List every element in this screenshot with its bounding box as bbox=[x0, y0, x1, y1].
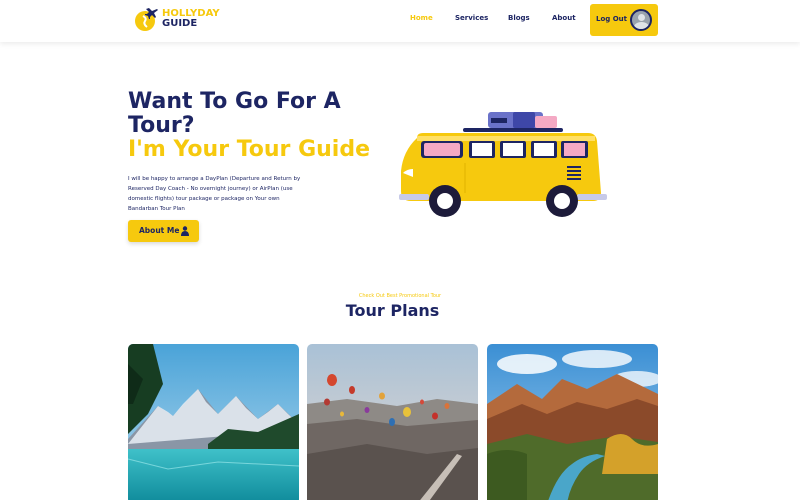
tour-card-hot-air-balloons[interactable] bbox=[307, 344, 478, 500]
tour-card-canyon-river[interactable] bbox=[487, 344, 658, 500]
logo-icon bbox=[135, 8, 158, 31]
page: HOLLYDAY GUIDE Home Services Blogs About… bbox=[0, 0, 800, 500]
logout-label: Log Out bbox=[596, 15, 627, 23]
hot-air-balloons-photo bbox=[307, 344, 478, 500]
hero-description: I will be happy to arrange a DayPlan (De… bbox=[128, 176, 301, 212]
about-me-button[interactable]: About Me bbox=[128, 220, 199, 242]
user-icon bbox=[181, 226, 189, 236]
mountain-lake-photo bbox=[128, 344, 299, 500]
canyon-river-photo bbox=[487, 344, 658, 500]
nav-item-services[interactable]: Services bbox=[455, 14, 488, 22]
nav-item-blogs[interactable]: Blogs bbox=[508, 14, 530, 22]
brand-logo[interactable]: HOLLYDAY GUIDE bbox=[132, 4, 232, 34]
nav-item-home[interactable]: Home bbox=[410, 14, 433, 22]
site-header: HOLLYDAY GUIDE Home Services Blogs About… bbox=[0, 0, 800, 42]
about-me-label: About Me bbox=[139, 226, 180, 235]
section-title: Tour Plans bbox=[345, 301, 440, 320]
avatar[interactable] bbox=[630, 9, 652, 31]
brand-line2: GUIDE bbox=[162, 18, 198, 29]
nav-item-about[interactable]: About bbox=[552, 14, 576, 22]
logout-button[interactable]: Log Out bbox=[590, 4, 658, 36]
bus-illustration bbox=[399, 112, 607, 217]
hero-title-line2: I'm Your Tour Guide bbox=[128, 137, 370, 162]
hero-title: Want To Go For A Tour? I'm Your Tour Gui… bbox=[128, 90, 388, 162]
hero-title-line1: Want To Go For A Tour? bbox=[128, 89, 341, 138]
tour-card-mountain-lake[interactable] bbox=[128, 344, 299, 500]
section-kicker: Check Out Best Promotional Tour bbox=[358, 293, 442, 299]
